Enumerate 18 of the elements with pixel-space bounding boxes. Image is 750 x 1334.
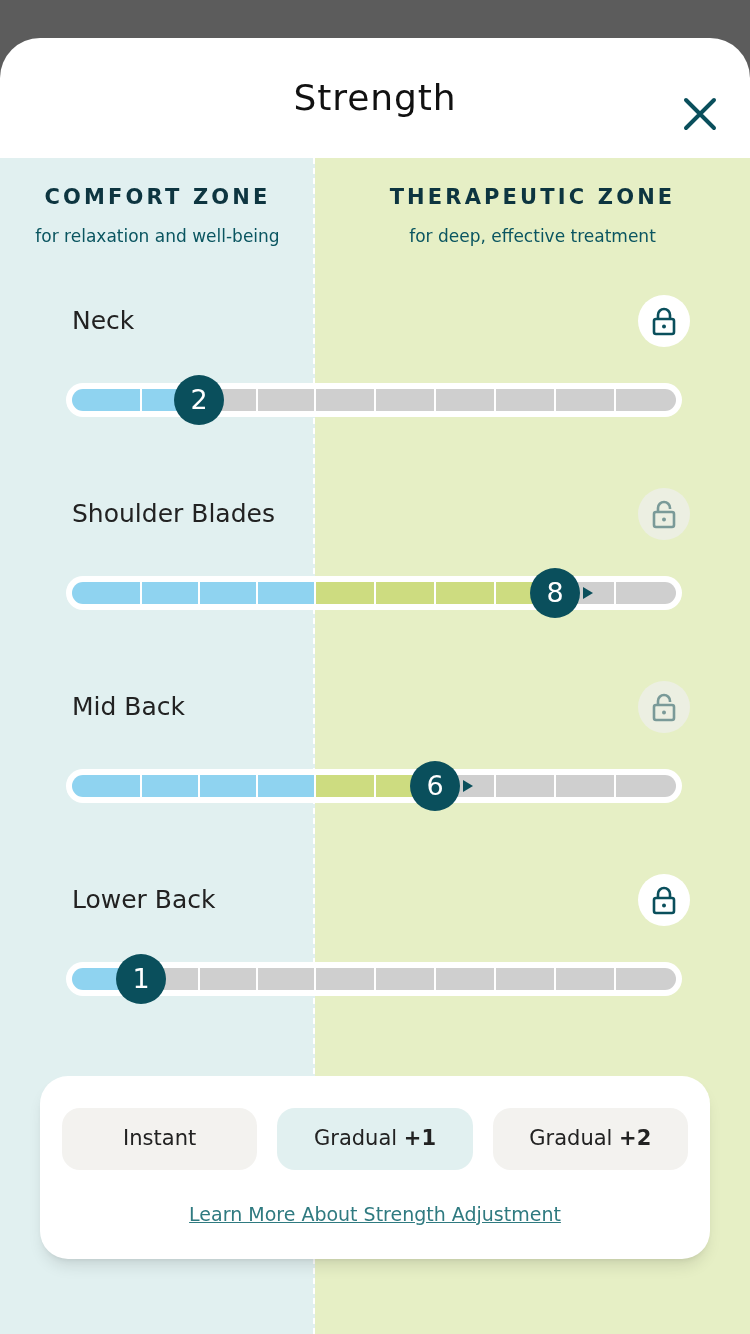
mode-button[interactable]: Instant — [62, 1108, 258, 1170]
area-label: Lower Back — [72, 884, 216, 917]
zone-title: THERAPEUTIC ZONE — [389, 184, 676, 211]
padlock-icon — [650, 306, 678, 336]
close-icon — [683, 97, 717, 131]
area-label: Neck — [72, 305, 135, 338]
padlock-icon — [650, 885, 678, 915]
area-label: Mid Back — [72, 691, 186, 724]
zone-subtitle: for relaxation and well-being — [35, 224, 280, 248]
area-label: Shoulder Blades — [72, 498, 275, 531]
open-padlock-icon — [650, 692, 678, 722]
zone-title: COMFORT ZONE — [44, 184, 271, 211]
mode-button[interactable]: Gradual +1 — [277, 1108, 473, 1170]
learn-more-link[interactable]: Learn More About Strength Adjustment — [189, 1200, 561, 1229]
open-padlock-icon — [650, 499, 678, 529]
sheet-title: Strength — [293, 76, 457, 120]
mode-button[interactable]: Gradual +2 — [492, 1108, 688, 1170]
zone-subtitle: for deep, effective treatment — [409, 224, 656, 248]
